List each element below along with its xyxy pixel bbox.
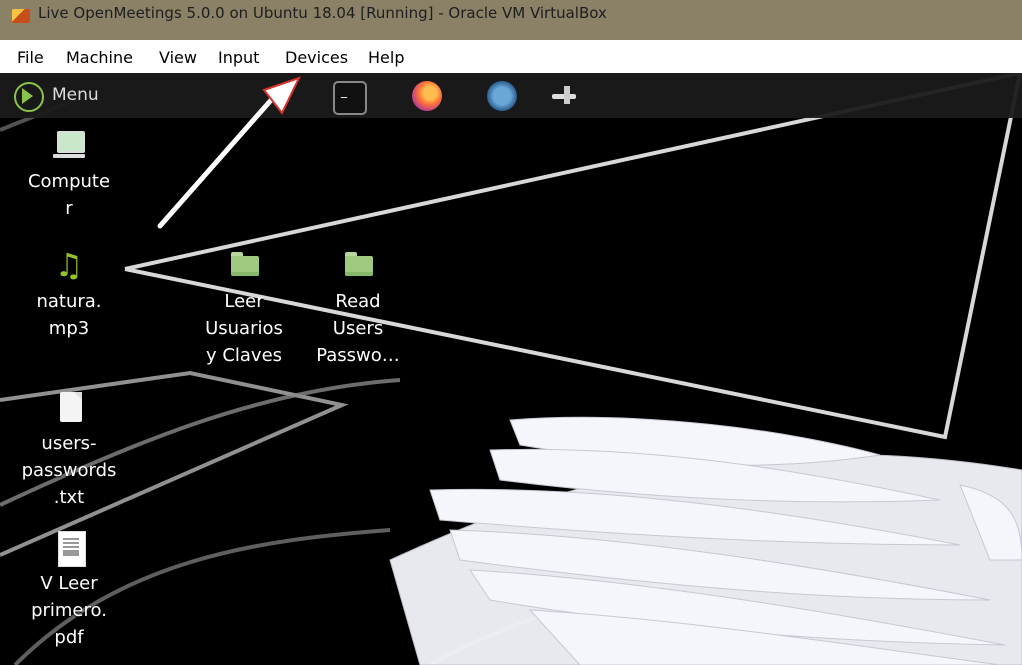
- network-globe-icon[interactable]: [487, 81, 517, 111]
- desktop-icon-label: users- passwords .txt: [21, 433, 117, 508]
- menu-devices[interactable]: Devices: [285, 48, 348, 67]
- desktop-icon-text-file[interactable]: users- passwords .txt: [20, 390, 118, 511]
- menu-label: Menu: [52, 85, 99, 105]
- menu-help[interactable]: Help: [368, 48, 404, 67]
- menu-view[interactable]: View: [159, 48, 197, 67]
- window-titlebar: Live OpenMeetings 5.0.0 on Ubuntu 18.04 …: [0, 0, 1022, 40]
- desktop-icon-label: Compute r: [27, 171, 111, 219]
- start-menu-button[interactable]: Menu: [10, 80, 105, 112]
- window-title: Live OpenMeetings 5.0.0 on Ubuntu 18.04 …: [38, 4, 607, 22]
- desktop-icon-computer[interactable]: Compute r: [20, 128, 118, 222]
- folder-icon: [227, 248, 261, 282]
- guest-desktop[interactable]: [0, 73, 1022, 665]
- firefox-icon[interactable]: [412, 81, 442, 111]
- folder-icon: [341, 248, 375, 282]
- desktop-icon-label: Read Users Passwo…: [316, 291, 400, 366]
- terminal-icon[interactable]: [333, 81, 367, 115]
- menu-machine[interactable]: Machine: [66, 48, 133, 67]
- mint-logo-icon: [14, 82, 44, 112]
- pdf-file-icon: [52, 530, 86, 567]
- desktop-icon-label: natura. mp3: [36, 291, 102, 339]
- music-file-icon: ♫: [54, 246, 84, 284]
- virtualbox-app-icon: [12, 9, 30, 23]
- wing-decoration: [389, 416, 1022, 665]
- desktop-icon-label: V Leer primero. pdf: [31, 573, 107, 648]
- desktop-icon-label: Leer Usuarios y Claves: [205, 291, 283, 366]
- wallpaper-graphics: [0, 73, 1022, 665]
- computer-icon: [52, 128, 86, 162]
- desktop-icon-folder-leer[interactable]: Leer Usuarios y Claves: [195, 248, 293, 369]
- usb-device-icon[interactable]: [550, 81, 580, 111]
- desktop-icon-pdf[interactable]: V Leer primero. pdf: [20, 530, 118, 651]
- desktop-icon-music[interactable]: ♫ natura. mp3: [20, 248, 118, 342]
- desktop-icon-folder-read[interactable]: Read Users Passwo…: [309, 248, 407, 369]
- text-file-icon: [52, 390, 86, 424]
- virtualbox-menu-bar: File Machine View Input Devices Help: [0, 40, 1022, 74]
- menu-file[interactable]: File: [17, 48, 44, 67]
- menu-input[interactable]: Input: [218, 48, 259, 67]
